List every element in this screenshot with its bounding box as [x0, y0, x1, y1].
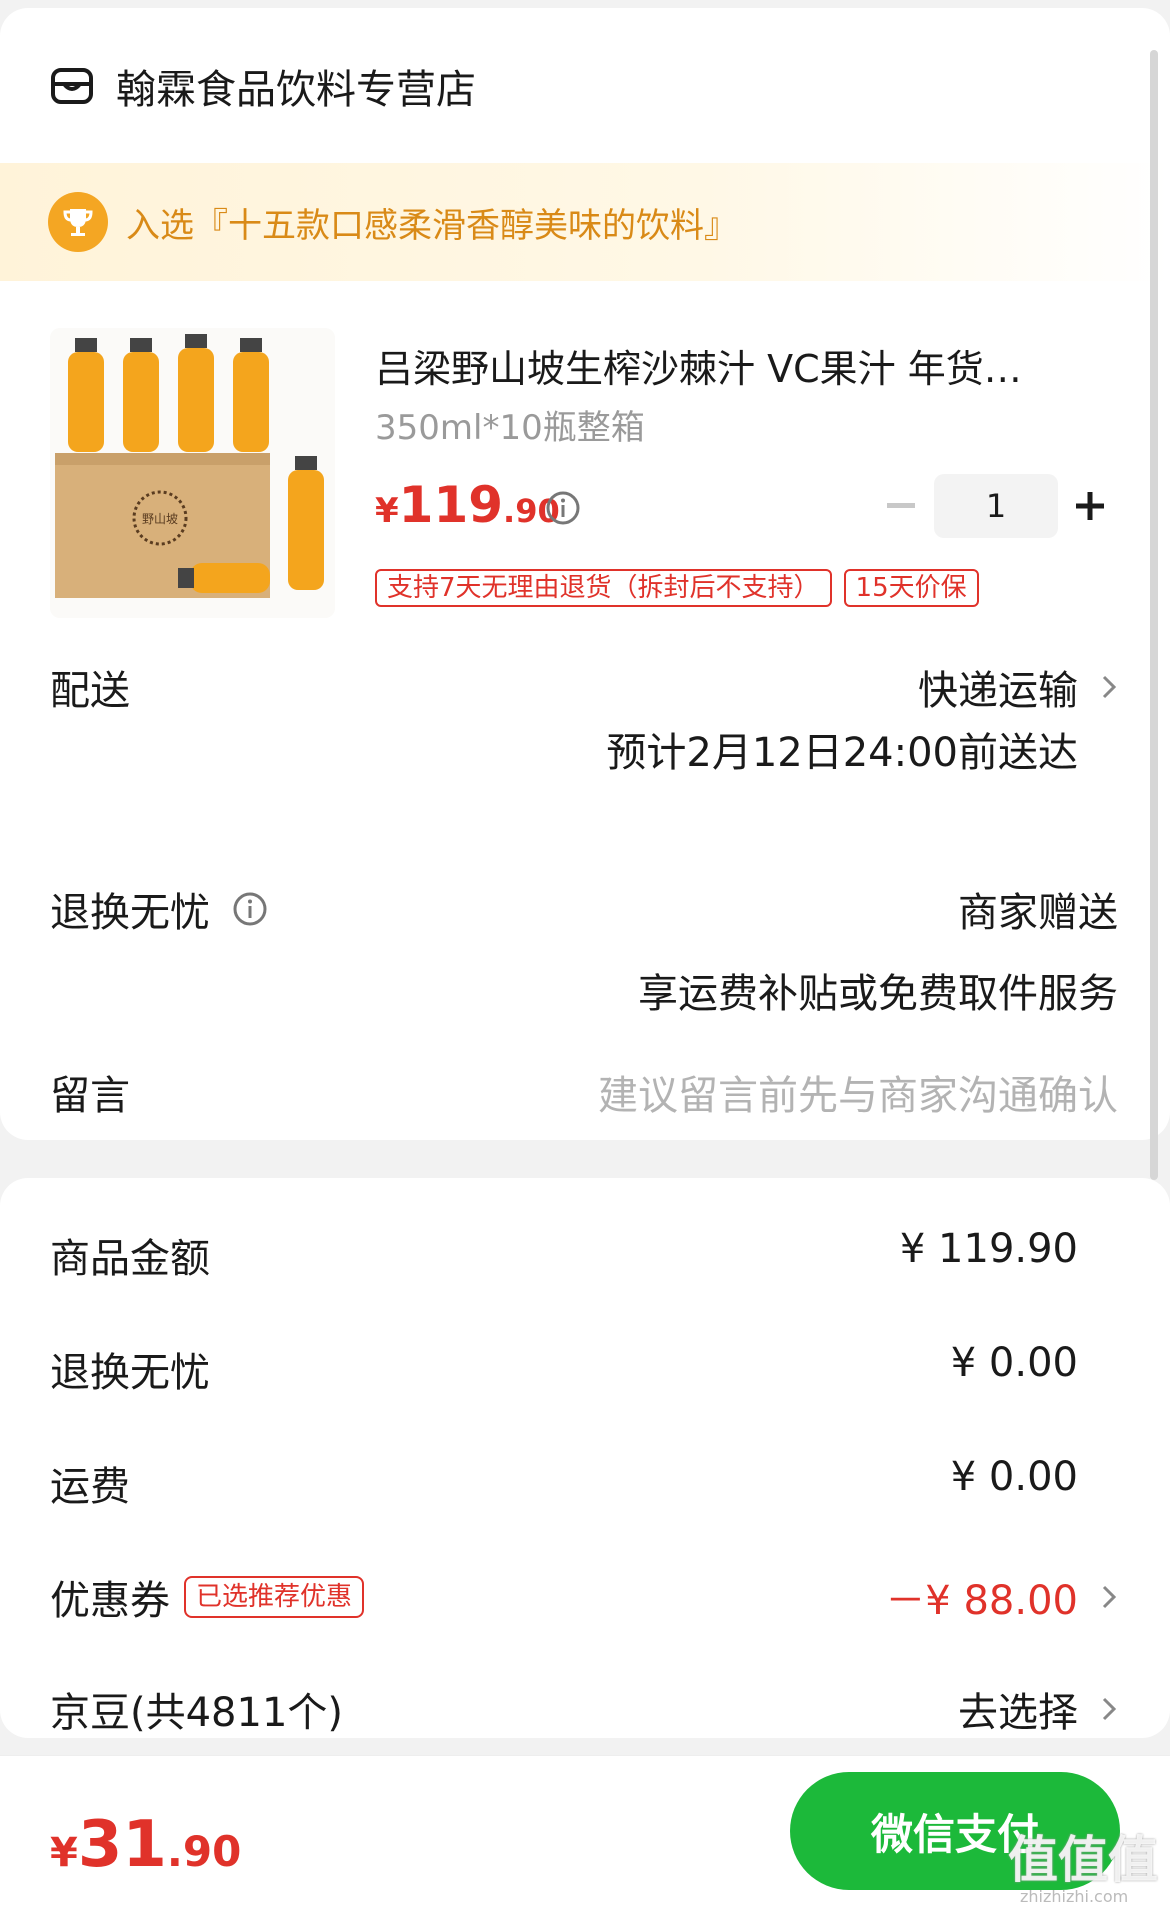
- returns-label: 退换无忧: [50, 890, 210, 936]
- delivery-method[interactable]: 快递运输: [918, 658, 1118, 716]
- message-input[interactable]: 建议留言前先与商家沟通确认: [598, 1063, 1118, 1121]
- product-image[interactable]: 野山坡: [50, 328, 335, 618]
- chevron-right-icon: [1102, 675, 1117, 699]
- watermark-url: zhizhizhi.com: [1020, 1887, 1129, 1906]
- price-integer: 119: [398, 476, 504, 534]
- chevron-right-icon: [1102, 1697, 1117, 1721]
- product-price: ¥ 119 .90: [375, 476, 560, 534]
- watermark-logo: 值值值: [1008, 1831, 1158, 1889]
- goods-amount-value: ¥ 119.90: [899, 1226, 1078, 1272]
- returns-fee-label: 退换无忧: [50, 1350, 210, 1396]
- price-info-icon[interactable]: [545, 490, 581, 526]
- delivery-eta: 预计2月12日24:00前送达: [606, 730, 1078, 776]
- jd-beans-selector[interactable]: 去选择: [958, 1680, 1118, 1738]
- plus-icon: [1076, 492, 1104, 520]
- coupon-selector[interactable]: －¥ 88.00: [885, 1568, 1118, 1626]
- total-symbol: ¥: [50, 1830, 78, 1876]
- tag-price-protect: 15天价保: [843, 569, 979, 607]
- trophy-icon: [48, 192, 108, 252]
- shipping-fee-label: 运费: [50, 1464, 130, 1510]
- returns-label-group: 退换无忧: [50, 880, 268, 938]
- honor-text: 入选『十五款口感柔滑香醇美味的饮料』: [126, 205, 738, 246]
- scrollbar[interactable]: [1150, 50, 1158, 1180]
- coupon-value: －¥ 88.00: [885, 1578, 1078, 1624]
- chevron-right-icon: [1102, 1585, 1117, 1609]
- coupon-label: 优惠券: [50, 1578, 170, 1624]
- service-tags: 支持7天无理由退货（拆封后不支持） 15天价保: [375, 569, 979, 607]
- returns-fee-value: ¥ 0.00: [950, 1340, 1078, 1386]
- quantity-decrease-button[interactable]: [886, 484, 916, 528]
- product-spec[interactable]: 350ml*10瓶整箱: [375, 400, 645, 449]
- coupon-badge: 已选推荐优惠: [184, 1576, 365, 1618]
- quantity-increase-button[interactable]: [1072, 484, 1108, 528]
- returns-desc: 享运费补贴或免费取件服务: [638, 971, 1118, 1017]
- minus-icon: [887, 503, 915, 508]
- message-label: 留言: [50, 1073, 130, 1119]
- box-logo-label: 野山坡: [142, 512, 178, 526]
- total-price: ¥ 31 .90: [50, 1808, 241, 1882]
- store-name: 翰霖食品饮料专营店: [116, 67, 476, 113]
- delivery-label: 配送: [50, 668, 130, 714]
- jd-beans-value: 去选择: [958, 1690, 1078, 1736]
- checkout-bar: ¥ 31 .90 微信支付: [0, 1755, 1170, 1913]
- fee-card: 商品金额 ¥ 119.90 退换无忧 ¥ 0.00 运费 ¥ 0.00 优惠券 …: [0, 1178, 1170, 1738]
- goods-amount-label: 商品金额: [50, 1236, 210, 1282]
- returns-provider: 商家赠送: [958, 890, 1118, 936]
- info-icon[interactable]: [232, 891, 268, 927]
- tag-return-policy: 支持7天无理由退货（拆封后不支持）: [375, 569, 832, 607]
- honor-banner[interactable]: 入选『十五款口感柔滑香醇美味的饮料』: [0, 163, 1170, 281]
- shipping-fee-value: ¥ 0.00: [950, 1454, 1078, 1500]
- total-integer: 31: [77, 1808, 167, 1882]
- order-card: 翰霖食品饮料专营店 入选『十五款口感柔滑香醇美味的饮料』 野山坡 吕梁野山坡生榨…: [0, 8, 1170, 1140]
- store-header[interactable]: 翰霖食品饮料专营店: [50, 56, 476, 116]
- jd-beans-label: 京豆(共4811个): [50, 1690, 344, 1736]
- total-decimal: .90: [166, 1827, 242, 1876]
- product-title[interactable]: 吕梁野山坡生榨沙棘汁 VC果汁 年货…: [375, 338, 1095, 393]
- coupon-row-label: 优惠券 已选推荐优惠: [50, 1568, 365, 1626]
- store-icon: [51, 68, 93, 104]
- delivery-method-text: 快递运输: [918, 668, 1078, 714]
- price-symbol: ¥: [375, 491, 399, 531]
- quantity-field[interactable]: 1: [934, 474, 1058, 538]
